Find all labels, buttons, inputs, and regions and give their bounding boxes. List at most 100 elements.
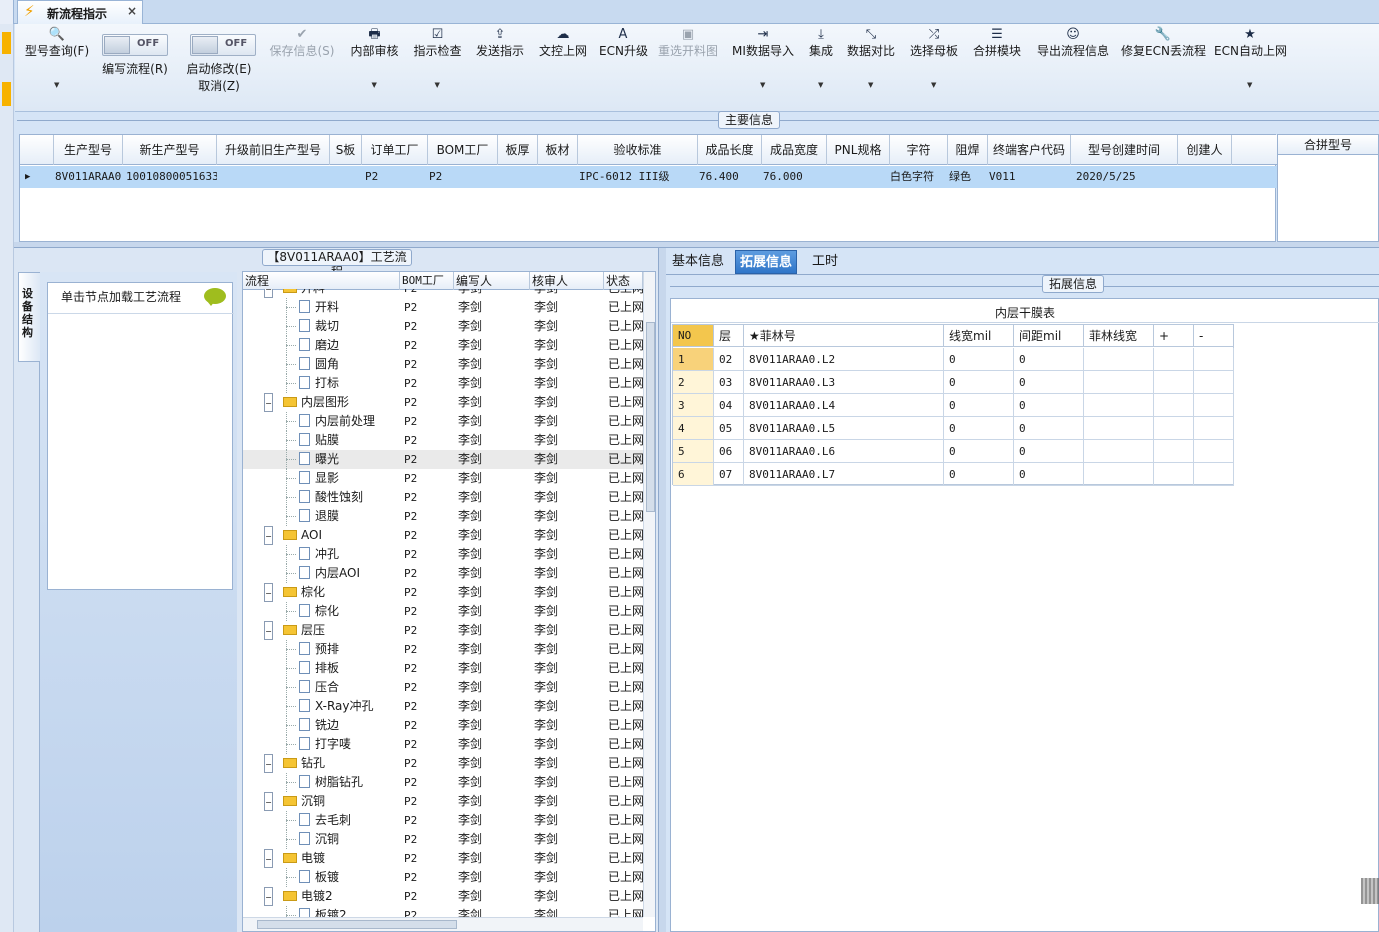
tree-node-row[interactable]: 棕化 P2 李剑 李剑 已上网 xyxy=(243,602,643,621)
chevron-down-icon[interactable]: ▼ xyxy=(818,81,823,89)
tree-node-row[interactable]: 开料 P2 李剑 李剑 已上网 xyxy=(243,298,643,317)
film-table-row[interactable]: 6 07 8V011ARAA0.L7 0 0 xyxy=(673,463,1235,486)
film-table-row[interactable]: 2 03 8V011ARAA0.L3 0 0 xyxy=(673,371,1235,394)
film-cell[interactable]: 02 xyxy=(714,348,744,371)
tree-group-row[interactable]: − 钻孔 P2 李剑 李剑 已上网 xyxy=(243,754,643,773)
tree-node-row[interactable]: 显影 P2 李剑 李剑 已上网 xyxy=(243,469,643,488)
column-header[interactable]: 层 xyxy=(714,325,744,347)
internal-review-button[interactable]: 🖶 内部审核 ▼ xyxy=(347,24,402,112)
film-cell[interactable]: 0 xyxy=(1014,371,1084,394)
film-cell[interactable]: 2 xyxy=(673,371,714,394)
tree-node-row[interactable]: 内层前处理 P2 李剑 李剑 已上网 xyxy=(243,412,643,431)
tree-node-row[interactable]: 去毛刺 P2 李剑 李剑 已上网 xyxy=(243,811,643,830)
close-icon[interactable]: × xyxy=(127,4,137,18)
column-header[interactable]: 板厚 xyxy=(498,135,538,165)
add-row-button[interactable]: + xyxy=(1154,325,1194,347)
film-cell[interactable] xyxy=(1084,348,1154,371)
collapse-toggle-icon[interactable]: − xyxy=(264,754,273,773)
tree-node-row[interactable]: 压合 P2 李剑 李剑 已上网 xyxy=(243,678,643,697)
film-cell[interactable] xyxy=(1194,394,1234,417)
collapse-toggle-icon[interactable]: − xyxy=(264,393,273,412)
film-cell[interactable]: 05 xyxy=(714,417,744,440)
film-table-row[interactable]: 1 02 8V011ARAA0.L2 0 0 xyxy=(673,348,1235,371)
column-header[interactable]: NO xyxy=(673,325,714,347)
film-cell[interactable]: 03 xyxy=(714,371,744,394)
tree-node-row[interactable]: 退膜 P2 李剑 李剑 已上网 xyxy=(243,507,643,526)
film-cell[interactable]: 0 xyxy=(1014,440,1084,463)
column-header[interactable]: BOM工厂 xyxy=(428,135,498,165)
tree-node-row[interactable]: 铣边 P2 李剑 李剑 已上网 xyxy=(243,716,643,735)
column-header[interactable]: 新生产型号 xyxy=(123,135,217,165)
film-cell[interactable]: 6 xyxy=(673,463,714,486)
column-header[interactable]: 板材 xyxy=(538,135,578,165)
send-instruction-button[interactable]: ⇪ 发送指示 xyxy=(473,24,527,112)
column-header[interactable]: 状态 xyxy=(604,272,643,290)
film-cell[interactable] xyxy=(1084,371,1154,394)
export-process-info-button[interactable]: ☺ 导出流程信息 xyxy=(1033,24,1113,112)
collapse-toggle-icon[interactable]: − xyxy=(264,849,273,868)
integrate-button[interactable]: ⤓ 集成 ▼ xyxy=(805,24,837,112)
film-table-row[interactable]: 4 05 8V011ARAA0.L5 0 0 xyxy=(673,417,1235,440)
ecn-upgrade-button[interactable]: A ECN升级 xyxy=(599,24,648,112)
column-header[interactable]: 字符 xyxy=(890,135,948,165)
column-header[interactable]: PNL规格 xyxy=(827,135,890,165)
column-header[interactable]: ★菲林号 xyxy=(744,325,944,347)
film-cell[interactable]: 8V011ARAA0.L6 xyxy=(744,440,944,463)
column-header[interactable]: BOM工厂 xyxy=(400,272,454,290)
column-header[interactable]: 菲林线宽 xyxy=(1084,325,1154,347)
tree-node-row[interactable]: 预排 P2 李剑 李剑 已上网 xyxy=(243,640,643,659)
tree-node-row[interactable]: 曝光 P2 李剑 李剑 已上网 xyxy=(243,450,643,469)
film-cell[interactable]: 0 xyxy=(1014,463,1084,486)
film-cell[interactable]: 0 xyxy=(1014,417,1084,440)
tree-node-row[interactable]: 内层AOI P2 李剑 李剑 已上网 xyxy=(243,564,643,583)
film-cell[interactable] xyxy=(1154,417,1194,440)
merge-module-button[interactable]: ☰ 合拼模块 xyxy=(970,24,1024,112)
data-compare-button[interactable]: ⤡ 数据对比 ▼ xyxy=(845,24,897,112)
tab-basic-info[interactable]: 基本信息 xyxy=(668,250,728,274)
tree-node-row[interactable]: 打字唛 P2 李剑 李剑 已上网 xyxy=(243,735,643,754)
column-header[interactable]: 成品宽度 xyxy=(762,135,827,165)
film-cell[interactable]: 0 xyxy=(944,463,1014,486)
tab-work-hours[interactable]: 工时 xyxy=(808,250,842,274)
film-cell[interactable]: 0 xyxy=(944,417,1014,440)
film-cell[interactable] xyxy=(1084,440,1154,463)
chevron-down-icon[interactable]: ▼ xyxy=(372,81,377,89)
table-row[interactable]: ▶ 8V011ARAA0 10010800051633 P2 P2 IPC-60… xyxy=(20,166,1277,188)
film-cell[interactable]: 0 xyxy=(944,394,1014,417)
collapse-toggle-icon[interactable]: − xyxy=(264,583,273,602)
film-cell[interactable]: 0 xyxy=(944,348,1014,371)
film-cell[interactable]: 06 xyxy=(714,440,744,463)
film-cell[interactable] xyxy=(1154,440,1194,463)
tree-group-row[interactable]: − AOI P2 李剑 李剑 已上网 xyxy=(243,526,643,545)
vertical-scrollbar[interactable] xyxy=(643,272,655,917)
column-header[interactable]: 线宽mil xyxy=(944,325,1014,347)
chevron-down-icon[interactable]: ▼ xyxy=(435,81,440,89)
column-header[interactable]: 间距mil xyxy=(1014,325,1084,347)
column-header[interactable]: 型号创建时间 xyxy=(1071,135,1178,165)
column-header[interactable]: 编写人 xyxy=(454,272,530,290)
film-cell[interactable]: 8V011ARAA0.L4 xyxy=(744,394,944,417)
horizontal-scrollbar[interactable] xyxy=(243,917,643,931)
tree-group-row[interactable]: − 层压 P2 李剑 李剑 已上网 xyxy=(243,621,643,640)
film-cell[interactable]: 07 xyxy=(714,463,744,486)
vertical-splitter[interactable] xyxy=(658,248,666,932)
collapse-toggle-icon[interactable]: − xyxy=(264,621,273,640)
film-cell[interactable]: 8V011ARAA0.L5 xyxy=(744,417,944,440)
start-edit-toggle[interactable]: OFF xyxy=(190,34,256,56)
tab-equipment-structure[interactable]: 设备结构 xyxy=(18,272,40,362)
chevron-down-icon[interactable]: ▼ xyxy=(1247,81,1252,89)
film-cell[interactable]: 8V011ARAA0.L3 xyxy=(744,371,944,394)
tree-node-row[interactable]: 沉铜 P2 李剑 李剑 已上网 xyxy=(243,830,643,849)
film-cell[interactable]: 4 xyxy=(673,417,714,440)
tree-group-row[interactable]: − 内层图形 P2 李剑 李剑 已上网 xyxy=(243,393,643,412)
tree-node-row[interactable]: 板镀2 P2 李剑 李剑 已上网 xyxy=(243,906,643,917)
film-cell[interactable] xyxy=(1194,371,1234,394)
tab-new-process-instruction[interactable]: ⚡ 新流程指示 × xyxy=(17,0,143,25)
film-cell[interactable] xyxy=(1194,417,1234,440)
select-master-board-button[interactable]: ⤮ 选择母板 ▼ xyxy=(907,24,961,112)
collapse-toggle-icon[interactable]: − xyxy=(264,289,273,298)
tree-group-row[interactable]: − 沉铜 P2 李剑 李剑 已上网 xyxy=(243,792,643,811)
column-header[interactable]: 终端客户代码 xyxy=(988,135,1071,165)
film-cell[interactable]: 3 xyxy=(673,394,714,417)
instruction-check-button[interactable]: ☑ 指示检查 ▼ xyxy=(410,24,465,112)
